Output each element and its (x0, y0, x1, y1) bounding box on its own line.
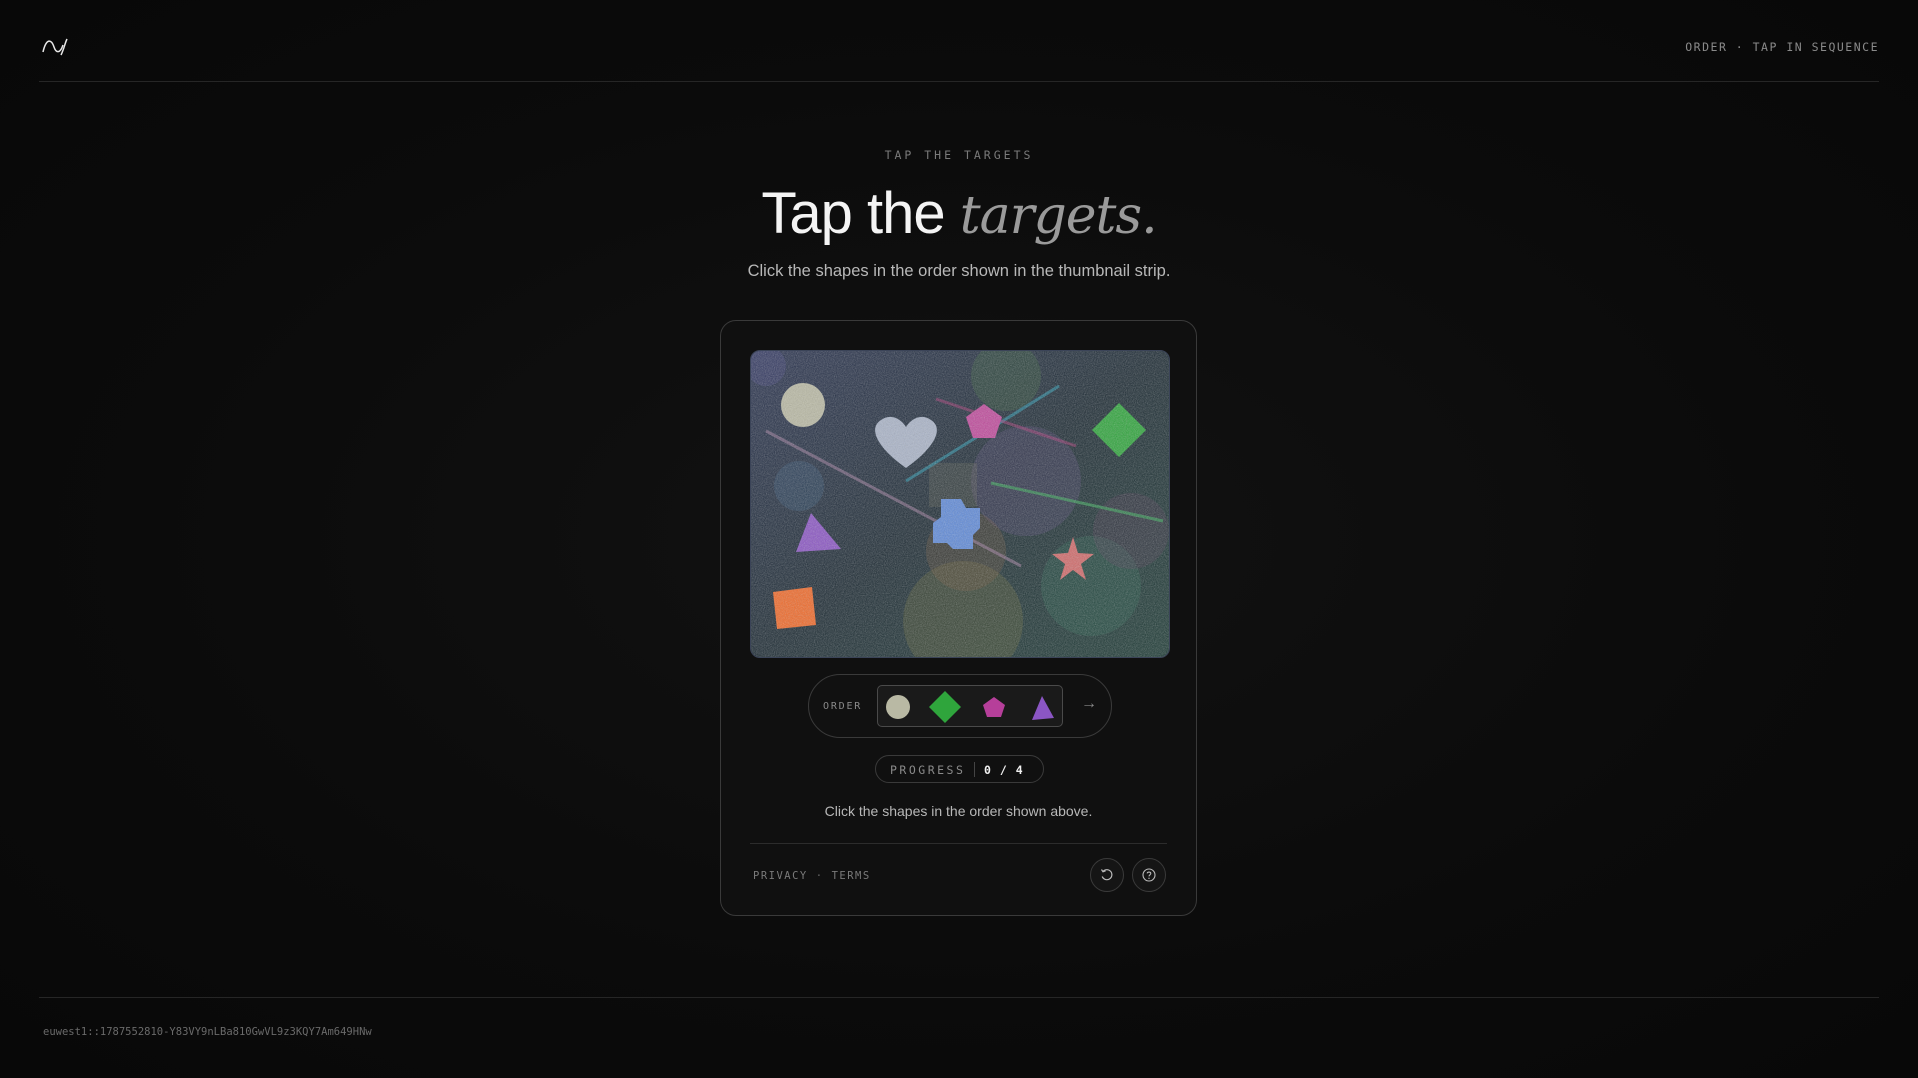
challenge-canvas[interactable] (750, 350, 1170, 658)
wave-logo-icon[interactable] (42, 35, 68, 57)
page-title: Tap the targets. (0, 182, 1918, 248)
grain-overlay (751, 351, 1169, 657)
arrow-right-icon: → (1081, 695, 1097, 712)
hero: TAP THE TARGETS Tap the targets. Click t… (0, 148, 1918, 281)
help-button[interactable] (1132, 858, 1166, 892)
mode-indicator: ORDER · TAP IN SEQUENCE (1685, 40, 1879, 54)
footer-links: PRIVACY · TERMS (753, 870, 871, 882)
eyebrow: TAP THE TARGETS (884, 148, 1034, 162)
refresh-button[interactable] (1090, 858, 1124, 892)
order-strip: ORDER → (808, 674, 1112, 738)
progress-value: 0 / 4 (984, 763, 1024, 777)
card-divider (750, 843, 1167, 844)
instruction-text: Click the shapes in the order shown abov… (824, 803, 1093, 819)
top-bar: ORDER · TAP IN SEQUENCE (39, 0, 1879, 82)
progress-indicator: PROGRESS 0 / 4 (875, 755, 1044, 783)
privacy-link[interactable]: PRIVACY (753, 870, 808, 882)
thumbnail-diamond (929, 691, 961, 723)
help-icon (1142, 868, 1156, 882)
order-label: ORDER (823, 701, 863, 712)
refresh-icon (1100, 869, 1113, 881)
footer-divider (39, 997, 1879, 998)
thumbnail-triangle (1032, 696, 1054, 720)
link-separator: · (815, 870, 824, 882)
subtitle: Click the shapes in the order shown in t… (747, 262, 1171, 280)
progress-label: PROGRESS (890, 763, 966, 777)
session-id: euwest1::1787552810-Y83VY9nLBa810GwVL9z3… (43, 1026, 372, 1038)
challenge-scene[interactable] (751, 351, 1169, 657)
challenge-card: ORDER → PROGRESS 0 / 4 Click the shapes … (720, 320, 1197, 916)
page: ORDER · TAP IN SEQUENCE TAP THE TARGETS … (0, 0, 1918, 1078)
progress-divider (974, 762, 975, 777)
thumbnail-pentagon (983, 697, 1005, 717)
title-plain: Tap the (761, 181, 960, 246)
terms-link[interactable]: TERMS (832, 870, 871, 882)
thumbnail-circle (886, 695, 910, 719)
thumbnail-strip (877, 685, 1063, 727)
title-emphasis: targets. (959, 186, 1158, 246)
